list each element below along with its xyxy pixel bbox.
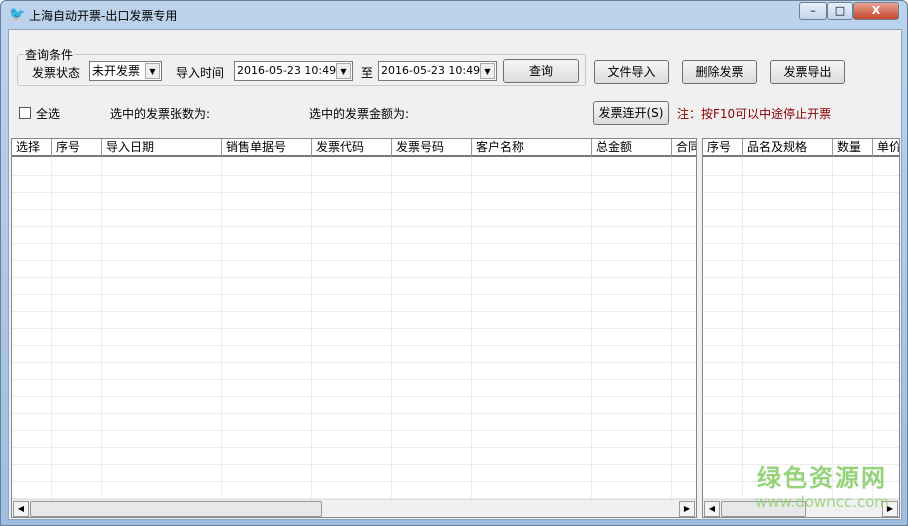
column-header[interactable]: 合同 (672, 139, 696, 157)
grid-row-line (703, 294, 899, 295)
invoice-detail-table[interactable]: ◀ ▶ 序号 品名及规格 数量 单价 (702, 138, 900, 518)
select-all-checkbox[interactable] (19, 107, 31, 119)
app-window: 🐦 上海自动开票-出口发票专用 – □ X 查询条件 发票状态 未开发票 ▼ 导入… (0, 0, 908, 526)
grid-row-line (703, 260, 899, 261)
grid-row-line (703, 243, 899, 244)
grid-row-line (703, 192, 899, 193)
chevron-down-icon: ▼ (145, 63, 160, 79)
scroll-left-icon[interactable]: ◀ (13, 501, 29, 517)
grid-row-line (703, 396, 899, 397)
grid-row-line (703, 345, 899, 346)
maximize-button[interactable]: □ (827, 2, 853, 20)
grid-row-line (12, 311, 696, 312)
column-header[interactable]: 选择 (12, 139, 52, 157)
batch-issue-button[interactable]: 发票连开(S) (593, 101, 669, 125)
grid-row-line (12, 481, 696, 482)
minimize-button[interactable]: – (799, 2, 827, 20)
grid-row-line (703, 209, 899, 210)
detail-horizontal-scrollbar[interactable]: ◀ ▶ (703, 499, 899, 517)
selected-amount-label: 选中的发票金额为: (309, 107, 410, 121)
status-select[interactable]: 未开发票 ▼ (89, 61, 162, 81)
column-header[interactable]: 序号 (703, 139, 743, 157)
grid-row-line (12, 413, 696, 414)
close-button[interactable]: X (853, 2, 899, 20)
grid-row-line (12, 226, 696, 227)
grid-row-line (703, 226, 899, 227)
grid-row-line (12, 379, 696, 380)
column-header[interactable]: 品名及规格 (743, 139, 833, 157)
grid-row-line (703, 379, 899, 380)
grid-row-line (703, 328, 899, 329)
column-header[interactable]: 发票号码 (392, 139, 472, 157)
chevron-down-icon: ▼ (336, 63, 351, 79)
grid-row-line (703, 362, 899, 363)
grid-row-line (703, 447, 899, 448)
scroll-thumb[interactable] (30, 501, 322, 517)
status-label: 发票状态 (32, 66, 81, 80)
grid-row-line (12, 464, 696, 465)
scroll-thumb[interactable] (721, 501, 806, 517)
grid-row-line (12, 260, 696, 261)
time-from-value: 2016-05-23 10:49 (237, 64, 337, 77)
grid-row-line (12, 175, 696, 176)
file-import-button[interactable]: 文件导入 (594, 60, 669, 84)
grid-row-line (703, 498, 899, 499)
selected-count-label: 选中的发票张数为: (110, 107, 211, 121)
grid-row-line (703, 481, 899, 482)
invoice-table[interactable]: ◀ ▶ 选择序号导入日期销售单据号发票代码发票号码客户名称总金额合同 (11, 138, 697, 518)
main-panel: 查询条件 发票状态 未开发票 ▼ 导入时间 2016-05-23 10:49 ▼ 至… (8, 29, 902, 520)
grid-row-line (12, 209, 696, 210)
grid-row-line (12, 396, 696, 397)
time-from-picker[interactable]: 2016-05-23 10:49 ▼ (234, 61, 353, 81)
column-header[interactable]: 总金额 (592, 139, 672, 157)
grid-row-line (703, 413, 899, 414)
grid-row-line (12, 294, 696, 295)
time-to-value: 2016-05-23 10:49 (381, 64, 481, 77)
grid-row-line (703, 311, 899, 312)
search-button[interactable]: 查询 (503, 59, 579, 83)
column-header[interactable]: 客户名称 (472, 139, 592, 157)
horizontal-scrollbar[interactable]: ◀ ▶ (12, 499, 696, 517)
status-value: 未开发票 (92, 64, 141, 78)
chevron-down-icon: ▼ (480, 63, 495, 79)
grid-row-line (12, 345, 696, 346)
grid-row-line (703, 175, 899, 176)
grid-row-line (12, 498, 696, 499)
grid-row-line (12, 447, 696, 448)
time-to-picker[interactable]: 2016-05-23 10:49 ▼ (378, 61, 497, 81)
column-header[interactable]: 销售单据号 (222, 139, 312, 157)
scroll-right-icon[interactable]: ▶ (882, 501, 898, 517)
grid-row-line (703, 277, 899, 278)
grid-row-line (12, 243, 696, 244)
grid-row-line (12, 277, 696, 278)
grid-row-line (12, 192, 696, 193)
column-header[interactable]: 单价 (873, 139, 899, 157)
grid-row-line (12, 328, 696, 329)
grid-row-line (703, 430, 899, 431)
time-label: 导入时间 (176, 66, 225, 80)
column-header[interactable]: 发票代码 (312, 139, 392, 157)
to-label: 至 (361, 66, 374, 80)
column-header[interactable]: 序号 (52, 139, 102, 157)
window-title: 上海自动开票-出口发票专用 (29, 9, 178, 23)
scroll-right-icon[interactable]: ▶ (679, 501, 695, 517)
select-all-label[interactable]: 全选 (36, 105, 60, 122)
app-icon: 🐦 (9, 7, 26, 22)
grid-row-line (12, 362, 696, 363)
column-header[interactable]: 数量 (833, 139, 873, 157)
column-header[interactable]: 导入日期 (102, 139, 222, 157)
export-invoice-button[interactable]: 发票导出 (770, 60, 845, 84)
grid-row-line (12, 430, 696, 431)
grid-row-line (703, 464, 899, 465)
scroll-left-icon[interactable]: ◀ (704, 501, 720, 517)
query-legend: 查询条件 (25, 48, 74, 62)
f10-note: 注：按F10可以中途停止开票 (677, 107, 832, 121)
delete-invoice-button[interactable]: 删除发票 (682, 60, 757, 84)
